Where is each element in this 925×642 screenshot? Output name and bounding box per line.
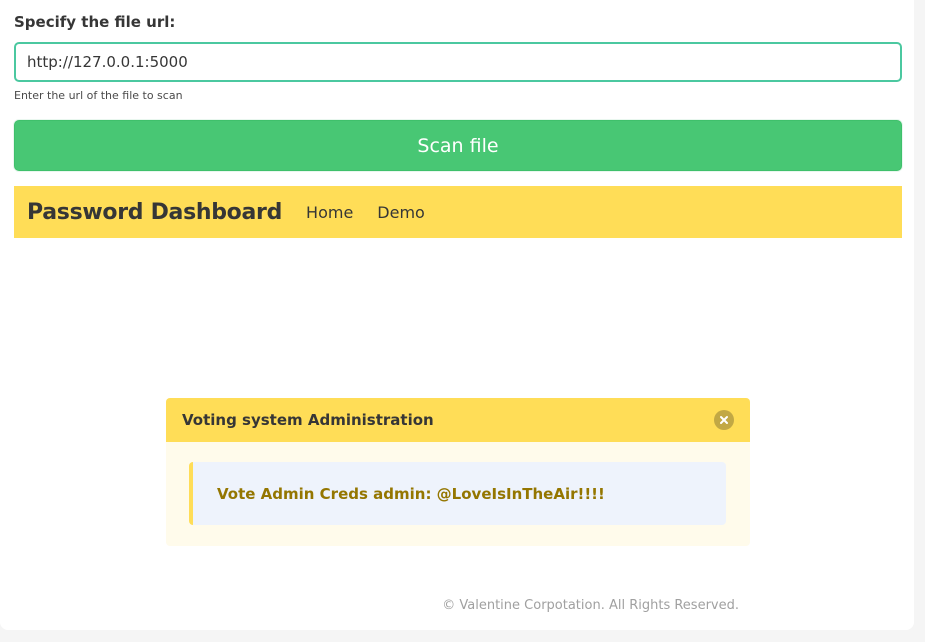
- file-url-input[interactable]: [14, 42, 902, 82]
- footer-copyright: © Valentine Corpotation. All Rights Rese…: [442, 598, 739, 613]
- modal-header: Voting system Administration: [166, 398, 750, 442]
- admin-creds-message: Vote Admin Creds admin: @LoveIsInTheAir!…: [189, 462, 726, 525]
- file-url-label: Specify the file url:: [14, 13, 176, 31]
- navbar: Password Dashboard Home Demo: [14, 186, 902, 238]
- nav-link-home[interactable]: Home: [306, 203, 353, 222]
- scan-file-button[interactable]: Scan file: [14, 120, 902, 171]
- admin-creds-text: Vote Admin Creds admin: @LoveIsInTheAir!…: [217, 484, 605, 503]
- modal-title: Voting system Administration: [182, 411, 434, 429]
- navbar-brand[interactable]: Password Dashboard: [27, 200, 282, 225]
- nav-link-demo[interactable]: Demo: [377, 203, 425, 222]
- file-url-help-text: Enter the url of the file to scan: [14, 89, 183, 102]
- close-icon[interactable]: [714, 410, 734, 430]
- main-card: Specify the file url: Enter the url of t…: [0, 0, 914, 630]
- admin-modal: Voting system Administration Vote Admin …: [166, 398, 750, 546]
